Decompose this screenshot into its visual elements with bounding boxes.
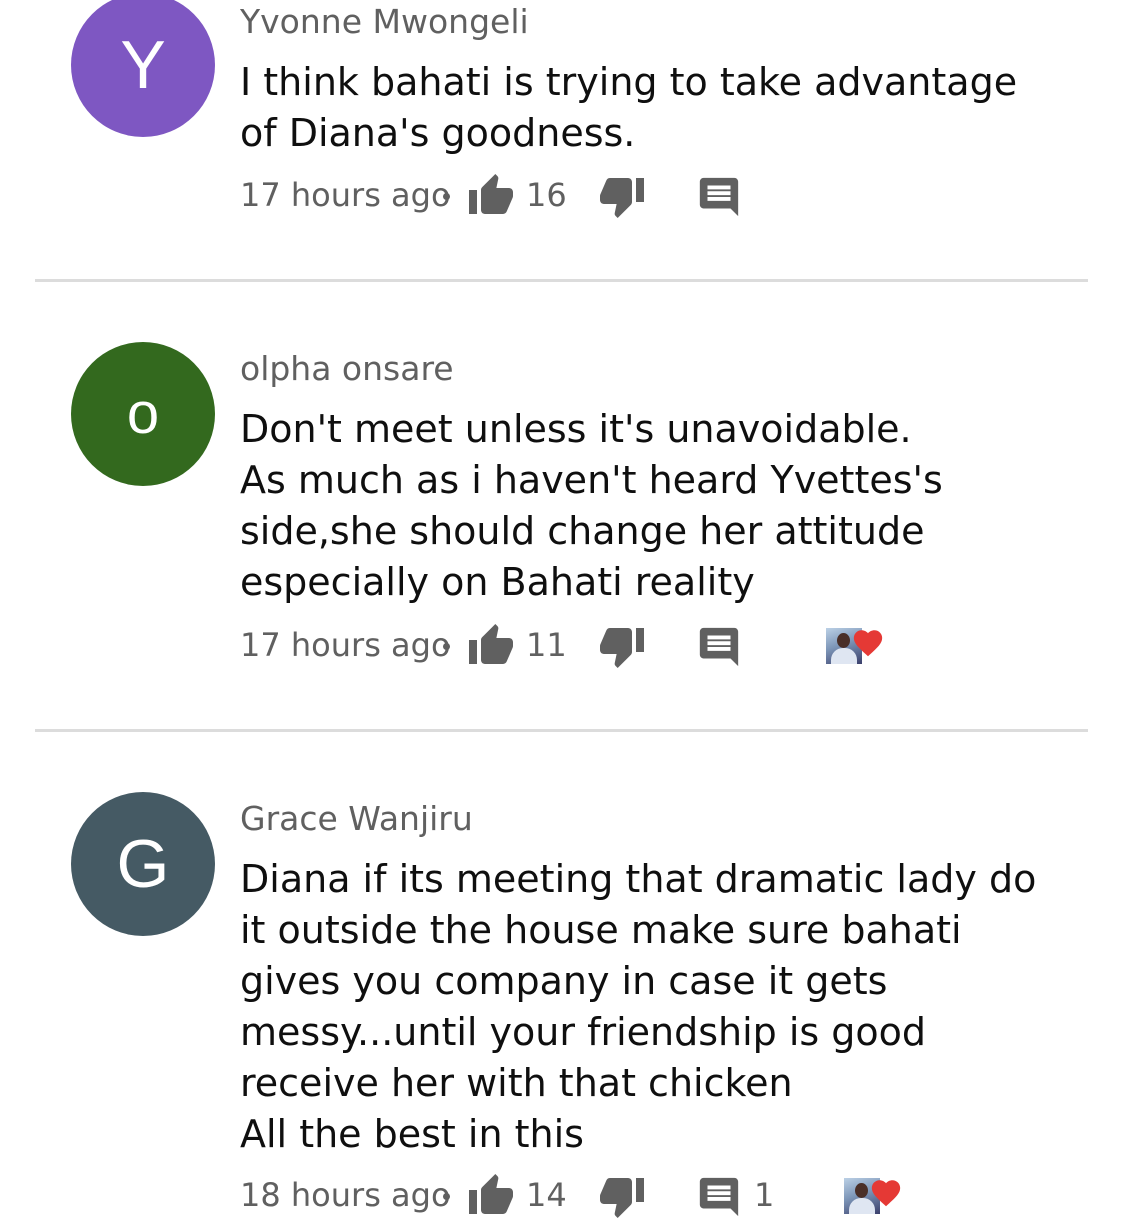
comment-text-line: of Diana's goodness. (240, 111, 636, 155)
avatar-letter: Y (120, 27, 166, 103)
thumbs-up-icon (469, 624, 513, 664)
comment-divider (35, 729, 1088, 732)
comment-divider (35, 279, 1088, 282)
reply-count[interactable]: 1 (754, 1176, 774, 1214)
like-count: 11 (526, 626, 567, 664)
comment-text-line: it outside the house make sure bahati (240, 908, 962, 952)
separator-dot (443, 1193, 450, 1200)
comment-text: Don't meet unless it's unavoidable. As m… (240, 404, 1080, 608)
like-button[interactable] (467, 1172, 515, 1220)
thumbs-down-icon (600, 178, 644, 218)
avatar-letter: o (126, 381, 160, 446)
reply-comment-icon (699, 1177, 739, 1217)
creator-heart-icon (871, 1180, 901, 1207)
separator-dot (443, 643, 450, 650)
avatar-letter: G (116, 826, 170, 902)
separator-dot (443, 193, 450, 200)
comment-author[interactable]: olpha onsare (240, 349, 454, 388)
thumbs-down-icon (600, 628, 644, 668)
reply-button[interactable] (696, 624, 744, 672)
creator-heart-icon (853, 630, 883, 657)
dislike-button[interactable] (598, 622, 646, 670)
reply-button[interactable] (696, 1174, 744, 1222)
comment-text-line: I think bahati is trying to take advanta… (240, 60, 1018, 104)
creator-heart (844, 1176, 906, 1216)
comment-text-line: side,she should change her attitude (240, 509, 925, 553)
thumbs-down-icon (600, 1178, 644, 1218)
thumbs-up-icon (469, 174, 513, 214)
avatar[interactable]: Y (71, 0, 215, 137)
comment-text-line: Diana if its meeting that dramatic lady … (240, 857, 1037, 901)
comment-text-line: messy...until your friendship is good (240, 1010, 927, 1054)
avatar[interactable]: G (71, 792, 215, 936)
comment-author[interactable]: Grace Wanjiru (240, 799, 473, 838)
comment-actions: 17 hours ago 11 (240, 622, 1100, 672)
comment-text: Diana if its meeting that dramatic lady … (240, 854, 1080, 1160)
comment-timestamp: 17 hours ago (240, 626, 451, 664)
reply-button[interactable] (696, 174, 744, 222)
comment-actions: 17 hours ago 16 (240, 172, 1100, 222)
comment-text-line: As much as i haven't heard Yvettes's (240, 458, 943, 502)
dislike-button[interactable] (598, 1172, 646, 1220)
comment-timestamp: 17 hours ago (240, 176, 451, 214)
like-button[interactable] (467, 172, 515, 220)
reply-comment-icon (699, 627, 739, 667)
thumbs-up-icon (469, 1174, 513, 1214)
avatar[interactable]: o (71, 342, 215, 486)
like-button[interactable] (467, 622, 515, 670)
like-count: 16 (526, 176, 567, 214)
comment-text-line: Don't meet unless it's unavoidable. (240, 407, 912, 451)
reply-comment-icon (699, 177, 739, 217)
comment-text-line: gives you company in case it gets (240, 959, 888, 1003)
like-count: 14 (526, 1176, 567, 1214)
comment-text-line: especially on Bahati reality (240, 560, 755, 604)
comment-text: I think bahati is trying to take advanta… (240, 57, 1080, 159)
dislike-button[interactable] (598, 172, 646, 220)
creator-heart (826, 626, 888, 666)
comment-author[interactable]: Yvonne Mwongeli (240, 2, 529, 41)
comment-actions: 18 hours ago 14 1 (240, 1172, 1100, 1222)
comment-text-line: All the best in this (240, 1112, 584, 1156)
comment-text-line: receive her with that chicken (240, 1061, 793, 1105)
comment-timestamp: 18 hours ago (240, 1176, 451, 1214)
